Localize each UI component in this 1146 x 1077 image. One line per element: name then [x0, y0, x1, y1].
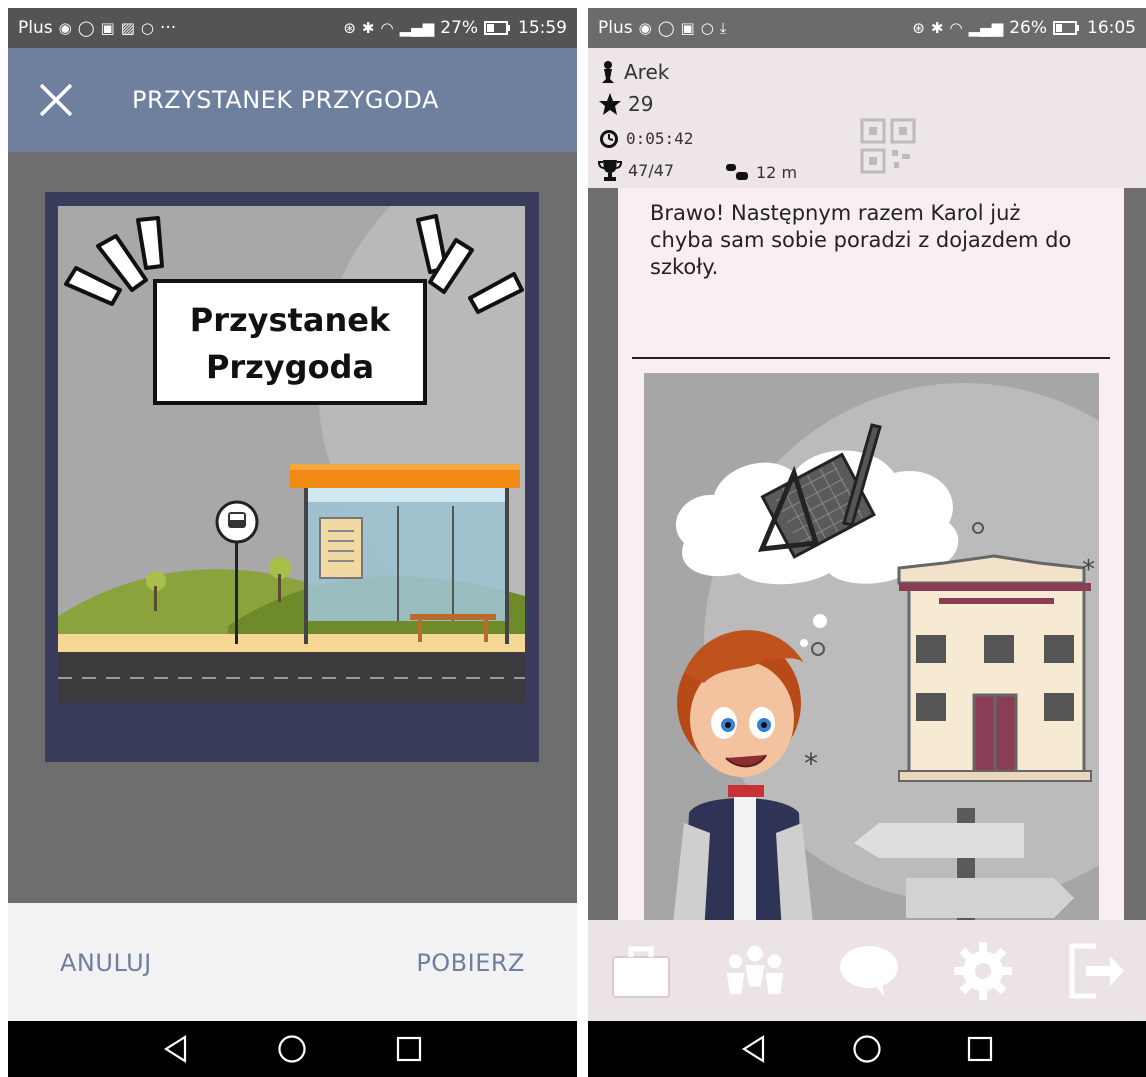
- exit-button[interactable]: [1064, 938, 1130, 1004]
- sign-line-1: Przystanek: [190, 301, 391, 339]
- back-triangle-icon: [742, 1035, 765, 1063]
- story-message: Brawo! Następnym razem Karol już chyba s…: [650, 201, 1072, 279]
- svg-text:*: *: [1082, 555, 1095, 585]
- trophy-icon: [598, 160, 622, 181]
- download-button[interactable]: POBIERZ: [416, 949, 525, 977]
- bluetooth-icon: ✱: [930, 19, 944, 37]
- clock: 16:05: [1087, 18, 1136, 38]
- download-icon: ⤓: [719, 19, 727, 37]
- recents-square-icon: [396, 1036, 421, 1062]
- briefcase-icon: [612, 946, 670, 998]
- back-triangle-icon: [164, 1035, 187, 1063]
- player-name: Arek: [624, 60, 670, 84]
- alarm-icon: ⊛: [912, 19, 925, 37]
- content-area: Brawo! Następnym razem Karol już chyba s…: [588, 188, 1146, 920]
- progress-row: 47/47: [598, 158, 674, 182]
- game-hud: Arek 29 0:05:42 47/47 12 m: [588, 48, 1146, 188]
- chat-button[interactable]: [836, 938, 902, 1004]
- players-button[interactable]: [722, 938, 788, 1004]
- settings-button[interactable]: [950, 938, 1016, 1004]
- cancel-button[interactable]: ANULUJ: [60, 949, 152, 977]
- bluetooth-icon: ✱: [361, 19, 375, 37]
- status-bar: Plus ◉ ◯ ▣ ○ ⤓ ⊛ ✱ ◠ ▂▄▆ 26% 16:05: [588, 8, 1146, 48]
- circle-notification-icon: ○: [700, 19, 714, 37]
- app-notification-icon: ◉: [638, 19, 652, 37]
- svg-text:*: *: [804, 747, 818, 780]
- system-nav-bar: [8, 1021, 577, 1077]
- home-circle-icon: [853, 1035, 881, 1063]
- game-toolbar: [588, 920, 1146, 1021]
- more-notifications: ···: [159, 18, 177, 38]
- inventory-button[interactable]: [608, 938, 674, 1004]
- status-bar: Plus ◉ ◯ ▣ ▨ ○ ··· ⊛ ✱ ◠ ▂▄▆ 27% 15:59: [8, 8, 577, 48]
- close-button[interactable]: [8, 48, 104, 152]
- image-notification-icon: ▣: [100, 19, 115, 37]
- battery-icon: [484, 21, 510, 35]
- battery-icon: [1053, 21, 1079, 35]
- right-phone-screen: Plus ◉ ◯ ▣ ○ ⤓ ⊛ ✱ ◠ ▂▄▆ 26% 16:05 Arek …: [588, 8, 1146, 1077]
- carrier-label: Plus: [18, 18, 53, 38]
- poster-frame: Przystanek Przygoda: [45, 192, 539, 762]
- circle-notification-icon: ○: [140, 19, 154, 37]
- timer-row: 0:05:42: [598, 127, 693, 149]
- dialog-header: PRZYSTANEK PRZYGODA: [8, 48, 577, 152]
- left-phone-screen: Plus ◉ ◯ ▣ ▨ ○ ··· ⊛ ✱ ◠ ▂▄▆ 27% 15:59 P…: [8, 8, 577, 1077]
- star-icon: [599, 93, 621, 115]
- gear-icon: [954, 941, 1012, 1000]
- close-icon: [39, 83, 73, 117]
- system-nav-bar: [588, 1021, 1146, 1077]
- battery-percent: 27%: [440, 18, 478, 38]
- qr-code-button[interactable]: [858, 116, 918, 176]
- battery-percent: 26%: [1009, 18, 1047, 38]
- score-value: 29: [628, 92, 654, 116]
- gallery-icon: ▨: [120, 19, 135, 37]
- footsteps-icon: [726, 164, 748, 180]
- people-icon: [726, 945, 784, 994]
- app-notification-icon: ◉: [58, 19, 72, 37]
- home-circle-icon: [278, 1035, 307, 1063]
- dialog-title: PRZYSTANEK PRZYGODA: [132, 86, 439, 114]
- boy-school-illustration: * *: [644, 373, 1099, 920]
- carrier-label: Plus: [598, 18, 633, 38]
- bus-stop-illustration: Przystanek Przygoda: [58, 206, 525, 703]
- wifi-icon: ◠: [380, 19, 394, 37]
- player-pawn-icon: [602, 61, 614, 83]
- qr-code-icon: [860, 118, 916, 174]
- home-button[interactable]: [850, 1032, 884, 1066]
- message-card[interactable]: Brawo! Następnym razem Karol już chyba s…: [618, 188, 1124, 920]
- back-button[interactable]: [159, 1032, 193, 1066]
- image-notification-icon: ▣: [680, 19, 695, 37]
- distance-row: 12 m: [724, 162, 797, 182]
- exit-icon: [1069, 943, 1124, 998]
- player-row: Arek: [598, 60, 669, 84]
- chat-bubble-icon: [840, 945, 898, 997]
- stopwatch-icon: [600, 130, 618, 148]
- recents-square-icon: [967, 1036, 992, 1062]
- alarm-icon: ⊛: [343, 19, 356, 37]
- timer-value: 0:05:42: [626, 128, 694, 148]
- signal-icon: ▂▄▆: [968, 19, 1004, 37]
- progress-value: 47/47: [628, 160, 675, 180]
- distance-value: 12 m: [756, 162, 798, 182]
- dialog-actions: ANULUJ POBIERZ: [8, 903, 577, 1023]
- signal-icon: ▂▄▆: [399, 19, 435, 37]
- messenger-icon: ◯: [77, 19, 95, 37]
- recents-button[interactable]: [963, 1032, 997, 1066]
- divider: [632, 357, 1110, 359]
- messenger-icon: ◯: [657, 19, 675, 37]
- wifi-icon: ◠: [949, 19, 963, 37]
- clock: 15:59: [518, 18, 567, 38]
- recents-button[interactable]: [392, 1032, 426, 1066]
- home-button[interactable]: [275, 1032, 309, 1066]
- back-button[interactable]: [737, 1032, 771, 1066]
- score-row: 29: [598, 92, 653, 116]
- sign-line-2: Przygoda: [206, 348, 374, 386]
